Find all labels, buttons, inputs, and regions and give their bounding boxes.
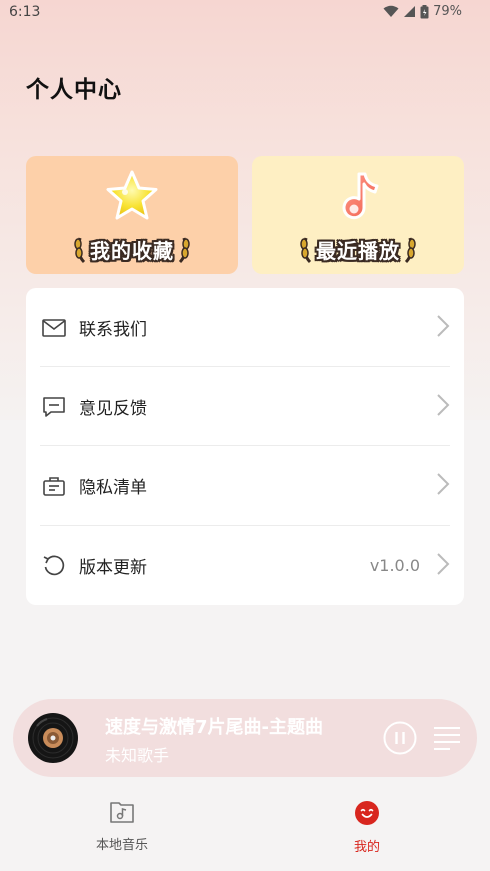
bottom-navigation: 本地音乐 我的 <box>0 786 490 871</box>
chevron-right-icon <box>436 314 450 342</box>
song-title: 速度与激情7片尾曲-主题曲 <box>105 717 323 738</box>
privacy-list-icon <box>40 472 68 500</box>
status-bar: 6:13 79% <box>0 0 490 26</box>
chevron-right-icon <box>436 552 450 580</box>
laurel-left-icon <box>300 237 312 264</box>
nav-tab-local-music[interactable]: 本地音乐 <box>62 800 182 853</box>
refresh-icon <box>40 552 68 580</box>
battery-icon <box>420 4 429 19</box>
menu-item-privacy-list[interactable]: 隐私清单 <box>40 446 450 525</box>
smile-face-icon <box>354 800 380 830</box>
menu-item-label: 隐私清单 <box>79 478 147 498</box>
recent-label: 最近播放 <box>316 238 400 263</box>
status-indicators: 79% <box>383 4 462 19</box>
mini-player[interactable]: 速度与激情7片尾曲-主题曲 未知歌手 <box>13 699 477 777</box>
recent-label-banner: 最近播放 <box>298 234 418 264</box>
cell-signal-icon <box>403 5 416 18</box>
pause-button[interactable] <box>383 721 417 759</box>
version-value: v1.0.0 <box>369 556 420 575</box>
recent-plays-card[interactable]: 最近播放 <box>252 156 464 274</box>
battery-percent: 79% <box>433 4 462 19</box>
menu-item-label: 版本更新 <box>79 558 147 578</box>
mail-icon <box>40 314 68 342</box>
menu-item-version-update[interactable]: 版本更新 v1.0.0 <box>40 526 450 605</box>
vinyl-disc-icon <box>27 712 79 768</box>
page-title: 个人中心 <box>26 77 122 103</box>
favorites-label-banner: 我的收藏 <box>72 234 192 264</box>
chevron-right-icon <box>436 472 450 500</box>
playlist-queue-button[interactable] <box>432 725 462 755</box>
settings-menu: 联系我们 意见反馈 隐私清单 版本更新 v1.0.0 <box>26 288 464 605</box>
star-icon <box>103 168 161 230</box>
menu-item-label: 联系我们 <box>79 320 147 340</box>
menu-item-feedback[interactable]: 意见反馈 <box>40 367 450 446</box>
nav-label: 本地音乐 <box>95 838 148 853</box>
menu-item-contact-us[interactable]: 联系我们 <box>40 288 450 367</box>
laurel-right-icon <box>404 237 416 264</box>
laurel-left-icon <box>74 237 86 264</box>
laurel-right-icon <box>178 237 190 264</box>
folder-music-icon <box>109 800 135 828</box>
song-artist: 未知歌手 <box>105 746 170 765</box>
music-note-icon <box>329 168 387 230</box>
nav-tab-mine[interactable]: 我的 <box>307 800 427 855</box>
favorites-card[interactable]: 我的收藏 <box>26 156 238 274</box>
chevron-right-icon <box>436 393 450 421</box>
menu-item-label: 意见反馈 <box>79 399 147 419</box>
feedback-icon <box>40 393 68 421</box>
wifi-icon <box>383 5 399 18</box>
nav-label: 我的 <box>353 840 380 855</box>
favorites-label: 我的收藏 <box>90 238 174 263</box>
status-time: 6:13 <box>9 4 41 20</box>
